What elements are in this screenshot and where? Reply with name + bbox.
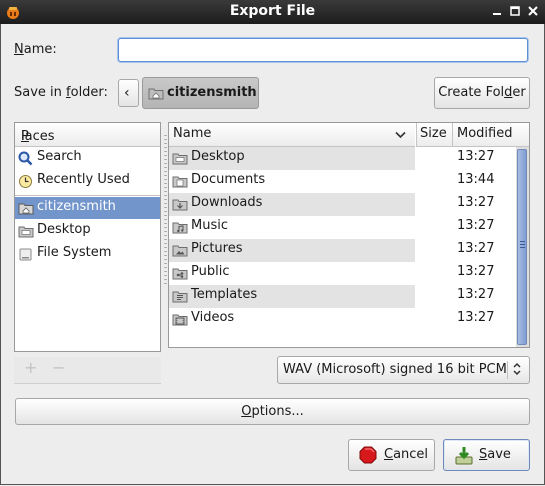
downloads-folder-icon xyxy=(172,197,188,215)
drive-icon xyxy=(18,247,33,266)
create-folder-label-post: er xyxy=(512,85,526,100)
scrollbar-thumb[interactable] xyxy=(517,149,527,345)
places-item-label: Recently Used xyxy=(37,172,130,187)
home-folder-icon xyxy=(148,86,164,104)
folder-icon xyxy=(18,224,34,242)
file-name: Downloads xyxy=(191,195,263,210)
chevron-left-icon: ‹ xyxy=(124,85,130,101)
file-modified: 13:27 xyxy=(457,310,495,325)
column-size-label: Size xyxy=(420,126,447,141)
places-item-label: File System xyxy=(37,245,112,260)
file-name: Videos xyxy=(191,310,235,325)
places-item-label: Desktop xyxy=(37,222,91,237)
file-name: Desktop xyxy=(191,149,245,164)
current-folder-label: citizensmith xyxy=(167,85,257,100)
file-list: Name Size Modified Desktop 13:27 Documen… xyxy=(168,122,530,348)
create-folder-button[interactable]: Create Folder xyxy=(434,77,530,109)
save-in-folder-label: Save in folder: xyxy=(14,85,108,100)
places-item-recently-used[interactable]: Recently Used xyxy=(15,170,160,192)
path-back-button[interactable]: ‹ xyxy=(118,79,139,107)
stop-icon xyxy=(359,446,377,468)
table-row[interactable]: Pictures 13:27 xyxy=(169,239,516,262)
create-folder-label-pre: Create Fol xyxy=(438,85,505,100)
table-row[interactable]: Public 13:27 xyxy=(169,262,516,285)
table-row[interactable]: Documents 13:44 xyxy=(169,170,516,193)
places-toolbar: + − xyxy=(14,357,161,384)
cancel-label-rest: ancel xyxy=(393,447,429,462)
name-label-mnemonic: N xyxy=(14,42,24,57)
title-bar: Export File xyxy=(0,0,545,24)
places-item-search[interactable]: Search xyxy=(15,147,160,169)
places-header[interactable]: Places xyxy=(15,123,160,147)
file-format-select[interactable]: WAV (Microsoft) signed 16 bit PCM xyxy=(277,356,530,384)
home-folder-icon xyxy=(18,201,34,219)
options-mnemonic: O xyxy=(241,404,252,419)
table-row[interactable]: Templates 13:27 xyxy=(169,285,516,308)
search-icon xyxy=(18,151,33,170)
places-pane: Places Search Recently Used citizensmith… xyxy=(14,122,161,352)
save-in-label-post: older: xyxy=(70,85,108,100)
column-header-modified[interactable]: Modified xyxy=(452,123,529,147)
table-row[interactable]: Desktop 13:27 xyxy=(169,147,516,170)
save-label-rest: ave xyxy=(487,447,511,462)
file-modified: 13:27 xyxy=(457,287,495,302)
add-bookmark-button[interactable]: + xyxy=(24,358,37,377)
name-label: Name: xyxy=(14,42,57,57)
documents-folder-icon xyxy=(172,174,188,192)
file-name: Public xyxy=(191,264,230,279)
table-row[interactable]: Videos 13:27 xyxy=(169,308,516,331)
save-button[interactable]: Save xyxy=(443,439,530,471)
file-modified: 13:27 xyxy=(457,241,495,256)
column-name-label: Name xyxy=(173,126,212,141)
vertical-scrollbar[interactable] xyxy=(516,147,529,347)
places-item-file-system[interactable]: File System xyxy=(15,243,160,265)
file-modified: 13:27 xyxy=(457,149,495,164)
file-name: Pictures xyxy=(191,241,243,256)
maximize-icon[interactable] xyxy=(509,5,521,17)
select-separator xyxy=(507,361,508,379)
save-in-label-pre: Save in xyxy=(14,85,67,100)
places-header-rest: laces xyxy=(21,129,55,144)
desktop-folder-icon xyxy=(172,151,188,169)
save-download-icon xyxy=(454,446,474,470)
name-label-rest: ame: xyxy=(23,42,57,57)
file-format-value: WAV (Microsoft) signed 16 bit PCM xyxy=(283,362,507,377)
filename-input[interactable] xyxy=(118,38,528,62)
column-header-size[interactable]: Size xyxy=(416,123,452,147)
table-row[interactable]: Downloads 13:27 xyxy=(169,193,516,216)
column-header-name[interactable]: Name xyxy=(169,123,415,147)
file-name: Music xyxy=(191,218,228,233)
file-modified: 13:27 xyxy=(457,218,495,233)
file-modified: 13:27 xyxy=(457,195,495,210)
table-row[interactable]: Music 13:27 xyxy=(169,216,516,239)
templates-folder-icon xyxy=(172,289,188,307)
places-item-label: Search xyxy=(37,149,82,164)
remove-bookmark-button[interactable]: − xyxy=(52,358,65,377)
videos-folder-icon xyxy=(172,312,188,330)
minimize-icon[interactable] xyxy=(491,5,503,17)
pictures-folder-icon xyxy=(172,243,188,261)
close-icon[interactable] xyxy=(527,5,539,17)
file-name: Documents xyxy=(191,172,266,187)
options-label-rest: ptions... xyxy=(251,404,304,419)
file-name: Templates xyxy=(191,287,258,302)
pane-resize-handle[interactable] xyxy=(164,135,167,285)
places-separator xyxy=(15,195,160,196)
column-modified-label: Modified xyxy=(457,126,513,141)
clock-icon xyxy=(18,174,33,193)
window-title: Export File xyxy=(229,3,316,19)
places-item-desktop[interactable]: Desktop xyxy=(15,220,160,242)
places-item-label: citizensmith xyxy=(37,199,116,214)
places-item-citizensmith[interactable]: citizensmith xyxy=(15,197,160,219)
public-folder-icon xyxy=(172,266,188,284)
cancel-mnemonic: C xyxy=(384,447,394,462)
cancel-button[interactable]: Cancel xyxy=(348,439,435,471)
chevron-down-icon xyxy=(395,128,406,143)
file-modified: 13:44 xyxy=(457,172,495,187)
file-modified: 13:27 xyxy=(457,264,495,279)
current-folder-button[interactable]: citizensmith xyxy=(142,77,259,109)
music-folder-icon xyxy=(172,220,188,238)
updown-arrows-icon xyxy=(512,360,522,379)
options-button[interactable]: Options... xyxy=(15,398,530,425)
